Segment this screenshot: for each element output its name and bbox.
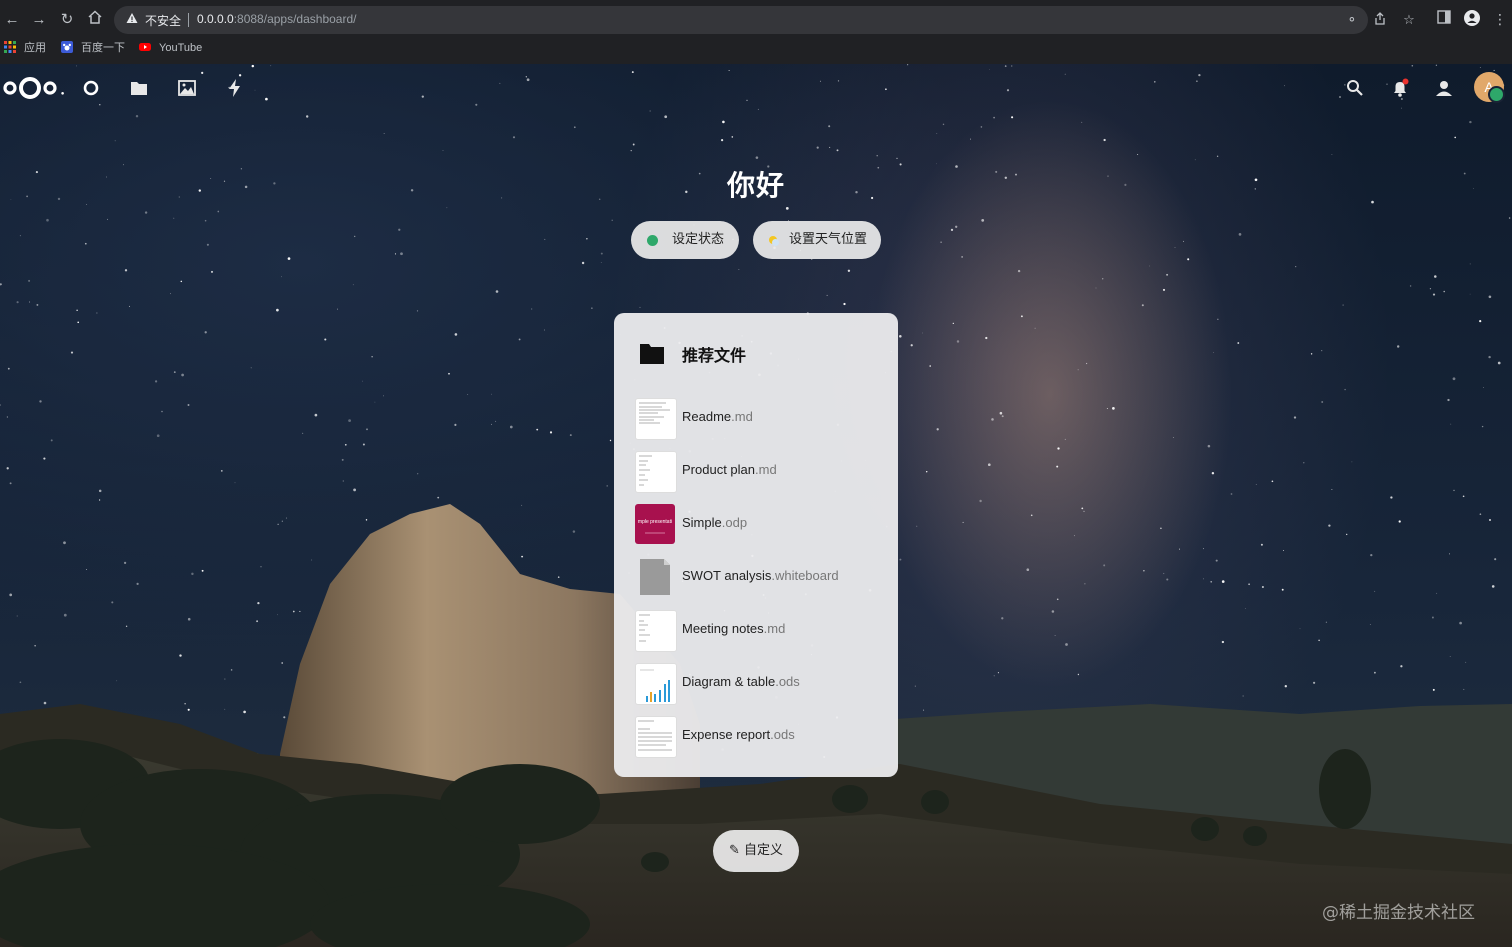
file-extension: .whiteboard	[771, 568, 839, 583]
file-extension: .md	[763, 621, 786, 636]
url-path: :8088/apps/dashboard/	[233, 12, 357, 26]
file-extension: .ods	[770, 727, 795, 742]
warning-icon	[126, 13, 138, 23]
dashboard-app-icon[interactable]	[79, 76, 103, 100]
set-status-label: 设定状态	[672, 232, 725, 247]
contacts-icon[interactable]	[1432, 76, 1456, 100]
bookmark-apps[interactable]: 应用	[4, 40, 46, 56]
weather-sun-icon	[769, 236, 779, 246]
watermark-text: @稀土掘金技术社区	[1322, 903, 1475, 923]
browser-toolbar: ← → ↻ 不安全 0.0.0.0:8088/apps/dashboard/ ⚬…	[0, 6, 1512, 34]
browser-chrome: ← → ↻ 不安全 0.0.0.0:8088/apps/dashboard/ ⚬…	[0, 0, 1512, 64]
generic-file-icon	[635, 557, 675, 597]
file-name: SWOT analysis.whiteboard	[682, 568, 839, 583]
file-name: Expense report.ods	[682, 727, 795, 742]
url-host: 0.0.0.0	[197, 12, 234, 26]
file-extension: .ods	[775, 674, 800, 689]
customize-button[interactable]: ✎ 自定义	[713, 830, 799, 872]
address-bar[interactable]: 不安全 0.0.0.0:8088/apps/dashboard/ ⚬ ☆	[114, 6, 1415, 34]
bookmarks-bar: 应用 百度一下 YouTube	[0, 38, 1512, 58]
divider	[188, 13, 189, 27]
nextcloud-logo-icon[interactable]	[2, 74, 58, 102]
folder-icon	[640, 344, 664, 364]
file-basename: Simple	[682, 515, 722, 530]
more-menu-icon[interactable]: ⋮	[1491, 10, 1509, 28]
file-basename: Readme	[682, 409, 732, 424]
bookmark-youtube[interactable]: YouTube	[139, 40, 202, 56]
file-thumbnail	[635, 716, 677, 758]
star-icon[interactable]: ☆	[1401, 12, 1417, 28]
file-item-product-plan[interactable]: Product plan.md	[622, 447, 890, 495]
back-icon[interactable]: ←	[2, 10, 22, 30]
file-item-expense-report[interactable]: Expense report.ods	[622, 712, 890, 760]
file-thumbnail	[635, 610, 677, 652]
youtube-icon	[139, 43, 151, 51]
file-thumbnail	[635, 663, 677, 705]
dashboard-page: A 你好 设定状态 设置天气位置 推荐文件 Readme.md Product …	[0, 64, 1512, 947]
file-extension: .md	[755, 462, 777, 477]
file-thumbnail: mple presentati	[635, 504, 675, 544]
notifications-bell-icon[interactable]	[1388, 76, 1412, 100]
greeting-heading: 你好	[726, 169, 785, 202]
status-online-icon	[647, 235, 658, 246]
file-basename: Diagram & table	[682, 674, 776, 689]
files-app-icon[interactable]	[127, 76, 151, 100]
file-basename: SWOT analysis	[682, 568, 772, 583]
file-name: Diagram & table.ods	[682, 674, 800, 689]
bookmark-baidu[interactable]: 百度一下	[61, 40, 125, 56]
pencil-icon: ✎	[728, 843, 740, 858]
file-name: Meeting notes.md	[682, 621, 785, 636]
nextcloud-header: A	[0, 64, 1512, 110]
url-text[interactable]: 0.0.0.0:8088/apps/dashboard/	[197, 12, 356, 26]
file-item-meeting-notes[interactable]: Meeting notes.md	[622, 606, 890, 654]
apps-grid-icon	[4, 41, 16, 53]
bookmark-label: 百度一下	[81, 42, 125, 54]
forward-icon[interactable]: →	[29, 10, 49, 30]
bookmark-label: YouTube	[159, 42, 203, 54]
file-name: Simple.odp	[682, 515, 747, 530]
activity-app-icon[interactable]	[223, 76, 247, 100]
file-item-diagram-table[interactable]: Diagram & table.ods	[622, 659, 890, 707]
profile-icon[interactable]	[1463, 10, 1481, 28]
widget-title: 推荐文件	[682, 346, 747, 365]
home-icon[interactable]	[85, 10, 105, 30]
search-icon[interactable]	[1343, 76, 1367, 100]
file-item-simple[interactable]: mple presentati Simple.odp	[622, 500, 890, 548]
recommended-files-widget: 推荐文件 Readme.md Product plan.md mple pres…	[614, 313, 898, 777]
file-item-readme[interactable]: Readme.md	[622, 394, 890, 442]
file-name: Readme.md	[682, 409, 753, 424]
file-basename: Expense report	[682, 727, 771, 742]
file-basename: Meeting notes	[682, 621, 764, 636]
slide-title-text: mple presentati	[638, 519, 672, 525]
set-status-button[interactable]: 设定状态	[631, 221, 739, 259]
online-status-badge	[1488, 86, 1505, 103]
key-icon[interactable]: ⚬	[1344, 12, 1360, 28]
photos-app-icon[interactable]	[175, 76, 199, 100]
side-panel-icon[interactable]	[1435, 10, 1453, 28]
file-extension: .odp	[721, 515, 748, 530]
set-weather-location-button[interactable]: 设置天气位置	[753, 221, 881, 259]
set-weather-label: 设置天气位置	[789, 232, 868, 247]
share-icon[interactable]	[1372, 12, 1388, 28]
file-name: Product plan.md	[682, 462, 777, 477]
bookmark-label: 应用	[24, 42, 46, 54]
reload-icon[interactable]: ↻	[57, 10, 77, 30]
insecure-label: 不安全	[145, 14, 182, 28]
baidu-icon	[61, 41, 73, 53]
file-thumbnail	[635, 451, 677, 493]
file-basename: Product plan	[682, 462, 755, 477]
customize-label: 自定义	[744, 843, 784, 858]
file-item-swot-analysis[interactable]: SWOT analysis.whiteboard	[622, 553, 890, 601]
file-thumbnail	[635, 398, 677, 440]
file-extension: .md	[731, 409, 753, 424]
